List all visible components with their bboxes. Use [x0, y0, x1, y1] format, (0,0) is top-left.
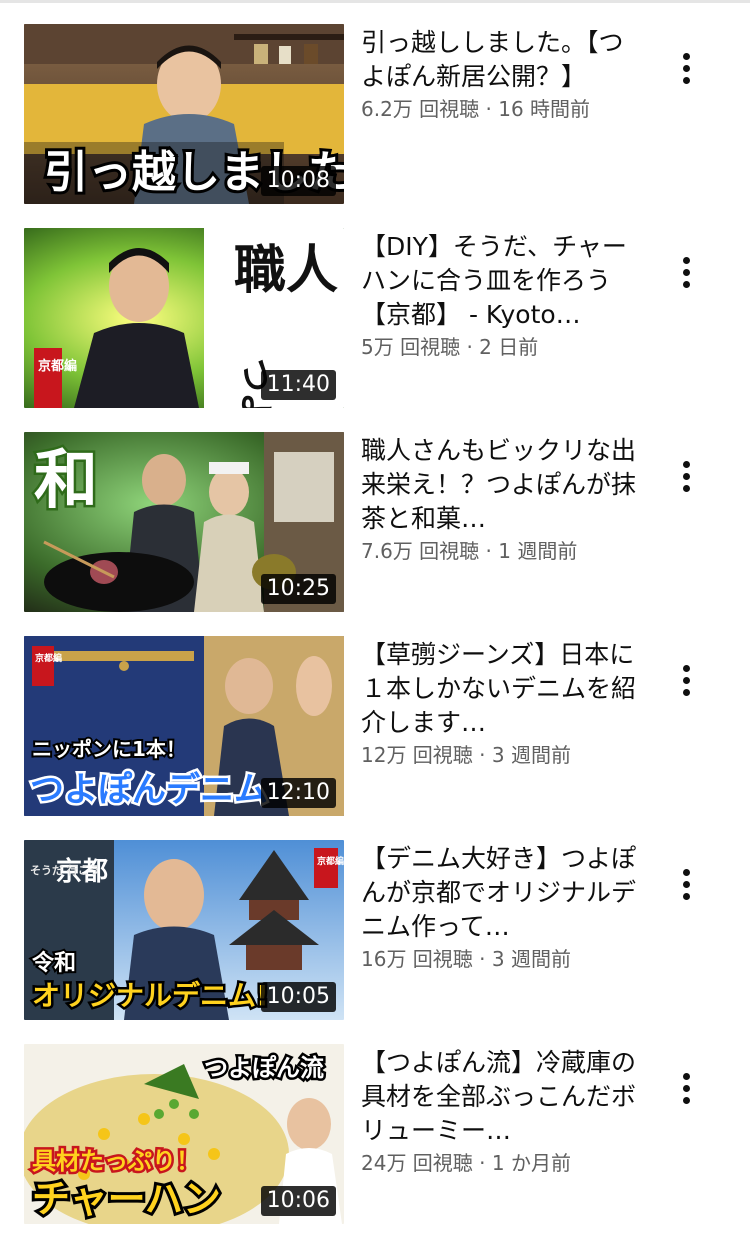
- more-vert-icon[interactable]: [668, 454, 704, 498]
- thumbnail-caption-2: つよぽんデニム: [30, 770, 268, 810]
- video-duration: 12:10: [260, 778, 336, 808]
- video-duration: 10:05: [260, 982, 336, 1012]
- video-item[interactable]: 京都編 ニッポンに1本！ つよぽんデニム 12:10 【草彅ジーンズ】日本に１本…: [0, 636, 750, 840]
- video-duration: 10:08: [260, 166, 336, 196]
- video-thumbnail[interactable]: 和 10:25: [24, 432, 344, 612]
- video-meta: 【DIY】そうだ、チャーハンに合う皿を作ろう【京都】 - Kyoto… 5万 回…: [361, 228, 643, 362]
- video-stats: 5万 回視聴 · 2 日前: [361, 335, 539, 359]
- thumbnail-caption-3: チャーハン: [32, 1177, 221, 1221]
- video-meta: 職人さんもビックリな出来栄え！？つよぽんが抹茶と和菓… 7.6万 回視聴 · 1…: [361, 432, 643, 566]
- video-meta: 【つよぽん流】冷蔵庫の具材を全部ぶっこんだボリューミー… 24万 回視聴 · 1…: [361, 1044, 643, 1178]
- video-item[interactable]: 引っ越しました 10:08 引っ越ししました。【つよぽん新居公開？】 6.2万 …: [0, 24, 750, 228]
- video-item[interactable]: 京都編 京都 そうだ 行こう 令和 オリジナルデニム! 10:05 【デニム大好…: [0, 840, 750, 1044]
- more-vert-icon[interactable]: [668, 862, 704, 906]
- video-item[interactable]: 和 10:25 職人さんもビックリな出来栄え！？つよぽんが抹茶と和菓… 7.6万…: [0, 432, 750, 636]
- thumbnail-caption-2: 具材たっぷり！: [32, 1147, 200, 1175]
- thumbnail-badge: 京都編: [317, 855, 344, 867]
- video-stats: 6.2万 回視聴 · 16 時間前: [361, 97, 591, 121]
- video-stats: 7.6万 回視聴 · 1 週間前: [361, 539, 578, 563]
- thumbnail-caption: 職人: [234, 241, 338, 301]
- video-list: 引っ越しました 10:08 引っ越ししました。【つよぽん新居公開？】 6.2万 …: [0, 24, 750, 1248]
- video-thumbnail[interactable]: つよぽん流 具材たっぷり！ チャーハン 10:06: [24, 1044, 344, 1224]
- video-stats: 24万 回視聴 · 1 か月前: [361, 1151, 571, 1175]
- video-item[interactable]: つよぽん流 具材たっぷり！ チャーハン 10:06 【つよぽん流】冷蔵庫の具材を…: [0, 1044, 750, 1248]
- video-meta: 【草彅ジーンズ】日本に１本しかないデニムを紹介します… 12万 回視聴 · 3 …: [361, 636, 643, 770]
- video-thumbnail[interactable]: 京都編 職人 つよぽん 11:40: [24, 228, 344, 408]
- thumbnail-caption-2: 令和: [32, 950, 76, 976]
- video-meta: 引っ越ししました。【つよぽん新居公開？】 6.2万 回視聴 · 16 時間前: [361, 24, 643, 124]
- thumbnail-badge: 京都編: [38, 358, 77, 374]
- thumbnail-caption: つよぽん流: [204, 1054, 324, 1082]
- video-title[interactable]: 職人さんもビックリな出来栄え！？つよぽんが抹茶と和菓…: [361, 434, 643, 536]
- video-meta: 【デニム大好き】つよぽんが京都でオリジナルデニム作って… 16万 回視聴 · 3…: [361, 840, 643, 974]
- video-title[interactable]: 【DIY】そうだ、チャーハンに合う皿を作ろう【京都】 - Kyoto…: [361, 230, 643, 332]
- video-item[interactable]: 京都編 職人 つよぽん 11:40 【DIY】そうだ、チャーハンに合う皿を作ろう…: [0, 228, 750, 432]
- thumbnail-badge: 京都編: [35, 652, 62, 664]
- video-stats: 12万 回視聴 · 3 週間前: [361, 743, 571, 767]
- video-title[interactable]: 【つよぽん流】冷蔵庫の具材を全部ぶっこんだボリューミー…: [361, 1046, 643, 1148]
- thumbnail-caption-4: そうだ 行こう: [30, 863, 100, 877]
- more-vert-icon[interactable]: [668, 250, 704, 294]
- video-thumbnail[interactable]: 京都編 ニッポンに1本！ つよぽんデニム 12:10: [24, 636, 344, 816]
- video-duration: 10:25: [260, 574, 336, 604]
- more-vert-icon[interactable]: [668, 1066, 704, 1110]
- video-title[interactable]: 引っ越ししました。【つよぽん新居公開？】: [361, 26, 643, 94]
- video-title[interactable]: 【デニム大好き】つよぽんが京都でオリジナルデニム作って…: [361, 842, 643, 944]
- thumbnail-caption-3: オリジナルデニム!: [32, 979, 269, 1012]
- video-duration: 10:06: [260, 1186, 336, 1216]
- thumbnail-caption: ニッポンに1本！: [32, 737, 186, 761]
- video-title[interactable]: 【草彅ジーンズ】日本に１本しかないデニムを紹介します…: [361, 638, 643, 740]
- more-vert-icon[interactable]: [668, 658, 704, 702]
- more-vert-icon[interactable]: [668, 46, 704, 90]
- video-duration: 11:40: [260, 370, 336, 400]
- video-thumbnail[interactable]: 引っ越しました 10:08: [24, 24, 344, 204]
- top-divider: [0, 0, 750, 3]
- video-thumbnail[interactable]: 京都編 京都 そうだ 行こう 令和 オリジナルデニム! 10:05: [24, 840, 344, 1020]
- thumbnail-caption: 和: [34, 444, 98, 518]
- video-stats: 16万 回視聴 · 3 週間前: [361, 947, 571, 971]
